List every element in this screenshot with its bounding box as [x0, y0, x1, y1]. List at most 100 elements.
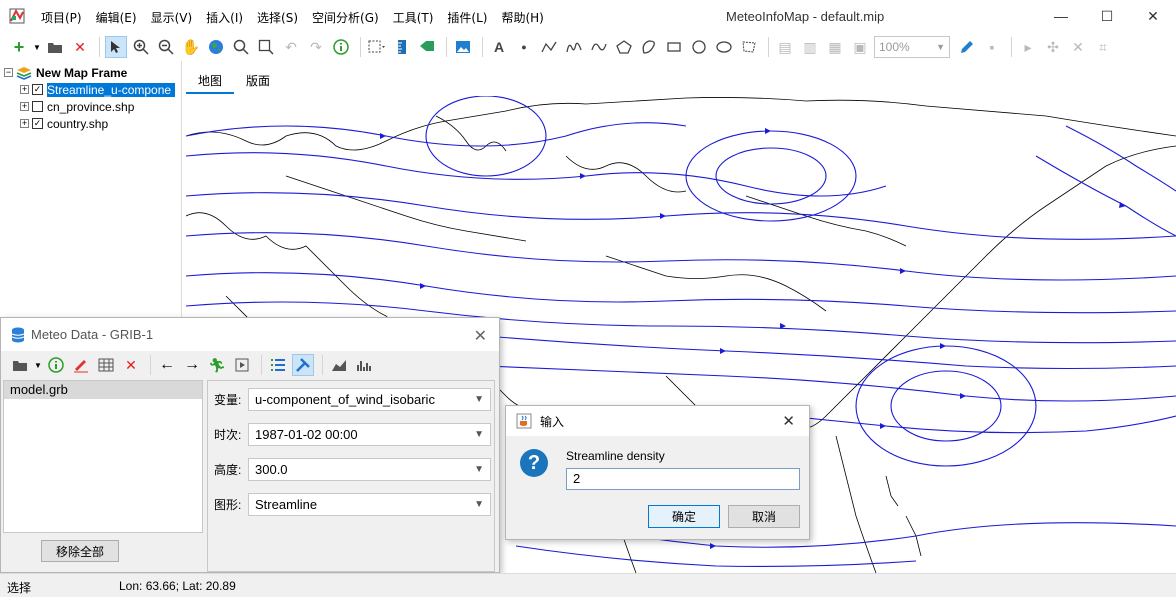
- edit-vertices-icon[interactable]: [738, 36, 760, 58]
- toolbar-divider: [322, 355, 323, 375]
- ellipse-icon[interactable]: [713, 36, 735, 58]
- tab-map[interactable]: 地图: [186, 66, 235, 94]
- density-input[interactable]: 2: [566, 468, 800, 490]
- layout-paste-icon[interactable]: ▥: [799, 36, 821, 58]
- edit-data-icon[interactable]: [70, 354, 92, 376]
- menu-select[interactable]: 选择(S): [257, 9, 298, 26]
- window-controls: — ☐ ✕: [1038, 0, 1176, 32]
- curve-polygon-icon[interactable]: [638, 36, 660, 58]
- text-icon[interactable]: A: [488, 36, 510, 58]
- full-extent-globe-icon[interactable]: [205, 36, 227, 58]
- close-window-button[interactable]: ✕: [1130, 0, 1176, 32]
- level-select[interactable]: 300.0 ▼: [248, 458, 491, 481]
- toolbar-divider: [482, 37, 483, 57]
- list-item[interactable]: model.grb: [4, 381, 202, 399]
- graphic-row: 图形: Streamline ▼: [214, 493, 491, 516]
- arrow-right-icon[interactable]: →: [181, 354, 203, 376]
- edit-delete-icon[interactable]: ✕: [1067, 36, 1089, 58]
- file-list[interactable]: model.grb: [3, 380, 203, 533]
- rectangle-icon[interactable]: [663, 36, 685, 58]
- variable-value: u-component_of_wind_isobaric: [255, 392, 435, 407]
- menu-insert[interactable]: 插入(I): [206, 9, 243, 26]
- circle-icon[interactable]: [688, 36, 710, 58]
- animate-runner-icon[interactable]: 🏃︎: [206, 354, 228, 376]
- bar-chart-icon[interactable]: [353, 354, 375, 376]
- edit-split-icon[interactable]: ⌗: [1092, 36, 1114, 58]
- graphic-select[interactable]: Streamline ▼: [248, 493, 491, 516]
- menu-project[interactable]: 项目(P): [41, 9, 82, 26]
- redo-icon[interactable]: ↷: [305, 36, 327, 58]
- layer-row-streamline[interactable]: + ✓ Streamline_u-compone: [20, 81, 182, 98]
- play-frame-icon[interactable]: [231, 354, 253, 376]
- freehand-icon[interactable]: [563, 36, 585, 58]
- open-folder-icon[interactable]: [44, 36, 66, 58]
- menu-tools[interactable]: 工具(T): [393, 9, 434, 26]
- point-icon[interactable]: ●: [513, 36, 535, 58]
- layer-row-cn-province[interactable]: + cn_province.shp: [20, 98, 134, 115]
- minimize-button[interactable]: —: [1038, 0, 1084, 32]
- remove-layer-icon[interactable]: ✕: [69, 36, 91, 58]
- expand-icon[interactable]: +: [20, 119, 29, 128]
- menu-plugins[interactable]: 插件(L): [447, 9, 487, 26]
- curve-icon[interactable]: [588, 36, 610, 58]
- save-edit-icon[interactable]: ▪: [981, 36, 1003, 58]
- list-icon[interactable]: [267, 354, 289, 376]
- layout-page-icon[interactable]: ▦: [824, 36, 846, 58]
- polygon-icon[interactable]: [613, 36, 635, 58]
- pan-hand-icon[interactable]: ✋: [180, 36, 202, 58]
- zoom-rect-icon[interactable]: [255, 36, 277, 58]
- close-icon[interactable]: ✕: [782, 412, 795, 430]
- open-folder-icon[interactable]: [9, 354, 31, 376]
- layer-row-country[interactable]: + ✓ country.shp: [20, 115, 108, 132]
- edit-select-icon[interactable]: ▸: [1017, 36, 1039, 58]
- close-icon[interactable]: ✕: [474, 326, 487, 346]
- cancel-button[interactable]: 取消: [728, 505, 800, 528]
- tools-icon[interactable]: [292, 354, 314, 376]
- dropdown-arrow-icon[interactable]: ▼: [34, 354, 42, 376]
- layer-checkbox[interactable]: [32, 101, 43, 112]
- zoom-out-icon[interactable]: [155, 36, 177, 58]
- chevron-down-icon: ▼: [474, 394, 484, 405]
- remove-icon[interactable]: ✕: [120, 354, 142, 376]
- select-arrow-icon[interactable]: [105, 36, 127, 58]
- zoom-in-icon[interactable]: [130, 36, 152, 58]
- input-dialog: 输入 ✕ ? Streamline density 2 确定 取消: [505, 405, 810, 540]
- time-select[interactable]: 1987-01-02 00:00 ▼: [248, 423, 491, 446]
- menu-help[interactable]: 帮助(H): [501, 9, 543, 26]
- edit-add-feature-icon[interactable]: ✣: [1042, 36, 1064, 58]
- map-frame-label: New Map Frame: [36, 65, 128, 80]
- area-chart-icon[interactable]: [328, 354, 350, 376]
- polyline-icon[interactable]: [538, 36, 560, 58]
- expand-icon[interactable]: +: [20, 102, 29, 111]
- remove-all-button[interactable]: 移除全部: [41, 540, 119, 562]
- add-layer-icon[interactable]: +: [8, 36, 30, 58]
- ok-button[interactable]: 确定: [648, 505, 720, 528]
- identify-icon[interactable]: [330, 36, 352, 58]
- layer-checkbox[interactable]: ✓: [32, 84, 43, 95]
- label-tag-icon[interactable]: [416, 36, 438, 58]
- magnifier-icon[interactable]: [230, 36, 252, 58]
- menu-spatial-analysis[interactable]: 空间分析(G): [312, 9, 379, 26]
- pencil-edit-icon[interactable]: [956, 36, 978, 58]
- info-icon[interactable]: [45, 354, 67, 376]
- zoom-combo[interactable]: 100% ▼: [874, 36, 950, 58]
- maximize-button[interactable]: ☐: [1084, 0, 1130, 32]
- image-icon[interactable]: [452, 36, 474, 58]
- arrow-left-icon[interactable]: ←: [156, 354, 178, 376]
- collapse-icon[interactable]: −: [4, 68, 13, 77]
- layer-checkbox[interactable]: ✓: [32, 118, 43, 129]
- table-icon[interactable]: [95, 354, 117, 376]
- layout-copy-icon[interactable]: ▤: [774, 36, 796, 58]
- menu-edit[interactable]: 编辑(E): [96, 9, 137, 26]
- variable-row: 变量: u-component_of_wind_isobaric ▼: [214, 388, 491, 411]
- map-frame-node[interactable]: − New Map Frame: [4, 64, 127, 81]
- variable-select[interactable]: u-component_of_wind_isobaric ▼: [248, 388, 491, 411]
- measure-icon[interactable]: [391, 36, 413, 58]
- menu-view[interactable]: 显示(V): [151, 9, 193, 26]
- tab-layout[interactable]: 版面: [234, 66, 282, 94]
- undo-icon[interactable]: ↶: [280, 36, 302, 58]
- dropdown-arrow-icon[interactable]: ▼: [33, 36, 41, 58]
- expand-icon[interactable]: +: [20, 85, 29, 94]
- select-features-icon[interactable]: [366, 36, 388, 58]
- layout-fit-icon[interactable]: ▣: [849, 36, 871, 58]
